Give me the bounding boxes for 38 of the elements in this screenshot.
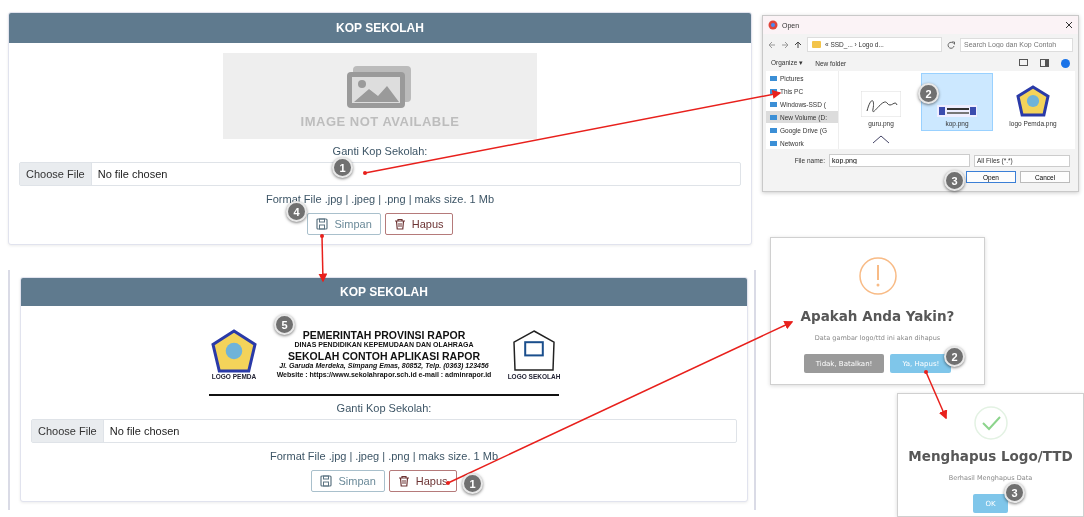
- warning-icon: [857, 256, 898, 296]
- forward-arrow-icon: [781, 40, 789, 49]
- choose-file-button[interactable]: Choose File: [20, 163, 92, 185]
- refresh-icon: [947, 40, 955, 49]
- view-icon: [1019, 59, 1028, 67]
- dialog-title: Menghapus Logo/TTD: [908, 448, 1073, 464]
- pointer-arrow: [924, 370, 948, 420]
- panel-title: KOP SEKOLAH: [9, 13, 751, 43]
- format-hint: Format File .jpg | .jpeg | .png | maks size. 1 Mb: [269, 450, 498, 462]
- file-status: No file chosen: [108, 424, 181, 439]
- file-status: No file chosen: [96, 167, 169, 182]
- emblem-drawing: [211, 328, 257, 373]
- delete-button[interactable]: Hapus: [388, 470, 457, 492]
- file-input[interactable]: Choose File No file chosen: [31, 419, 737, 443]
- dialog-title: Apakah Anda Yakin?: [800, 308, 955, 324]
- save-button[interactable]: Simpan: [307, 213, 381, 235]
- pane-icon: [1040, 59, 1049, 67]
- field-label: Ganti Kop Sekolah:: [336, 402, 432, 414]
- choose-file-button[interactable]: Choose File: [32, 420, 104, 442]
- pointer-arrow: [318, 234, 328, 283]
- letterhead-thumbnail: [937, 105, 977, 117]
- letterhead-text: PEMERINTAH PROVINSI RAPOR: [302, 328, 466, 342]
- save-button[interactable]: Simpan: [311, 470, 385, 492]
- emblem-thumbnail: [1016, 85, 1050, 117]
- delete-button[interactable]: Hapus: [384, 213, 453, 235]
- field-label: Ganti Kop Sekolah:: [332, 145, 428, 157]
- panel-title: KOP SEKOLAH: [21, 278, 747, 306]
- back-arrow-icon: [768, 40, 776, 49]
- folder-icon: [812, 41, 821, 48]
- trash-icon: [397, 475, 410, 487]
- signature-thumbnail: [861, 91, 901, 117]
- close-icon: [1065, 21, 1073, 29]
- up-arrow-icon: [794, 40, 802, 49]
- trash-icon: [393, 218, 406, 230]
- check-icon: [973, 406, 1008, 440]
- school-logo-drawing: [512, 328, 556, 373]
- app-icon: [768, 20, 778, 30]
- letterhead-text: SEKOLAH CONTOH APLIKASI RAPOR: [288, 349, 480, 363]
